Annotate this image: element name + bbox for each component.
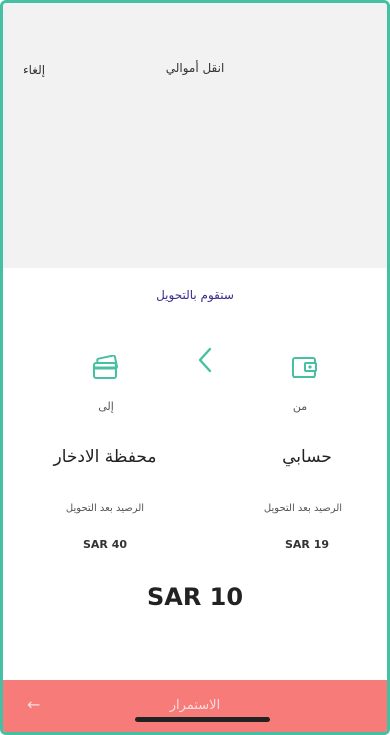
top-panel: انقل أموالي إلغاء — [3, 3, 387, 268]
chevron-left-icon — [196, 346, 214, 378]
home-indicator — [135, 717, 270, 722]
continue-label: الاستمرار — [169, 698, 221, 713]
card-icon — [92, 354, 120, 381]
cancel-button[interactable]: إلغاء — [23, 63, 45, 77]
to-label: إلى — [98, 400, 114, 413]
from-account-name: حسابي — [282, 447, 332, 467]
continue-button[interactable]: ← الاستمرار — [3, 680, 387, 732]
from-label: من — [292, 400, 308, 413]
transfer-amount: SAR 10 — [146, 583, 244, 611]
wallet-icon — [291, 355, 319, 381]
to-account-name: محفظة الادخار — [53, 447, 157, 467]
to-balance-label: الرصيد بعد التحويل — [65, 503, 145, 514]
app-frame: انقل أموالي إلغاء ستقوم بالتحويل من حساب… — [0, 0, 390, 735]
from-balance-label: الرصيد بعد التحويل — [263, 503, 343, 514]
page-title: انقل أموالي — [165, 61, 225, 75]
transfer-heading: ستقوم بالتحويل — [156, 288, 234, 302]
from-balance-value: SAR 19 — [284, 538, 330, 551]
to-balance-value: SAR 40 — [82, 538, 128, 551]
